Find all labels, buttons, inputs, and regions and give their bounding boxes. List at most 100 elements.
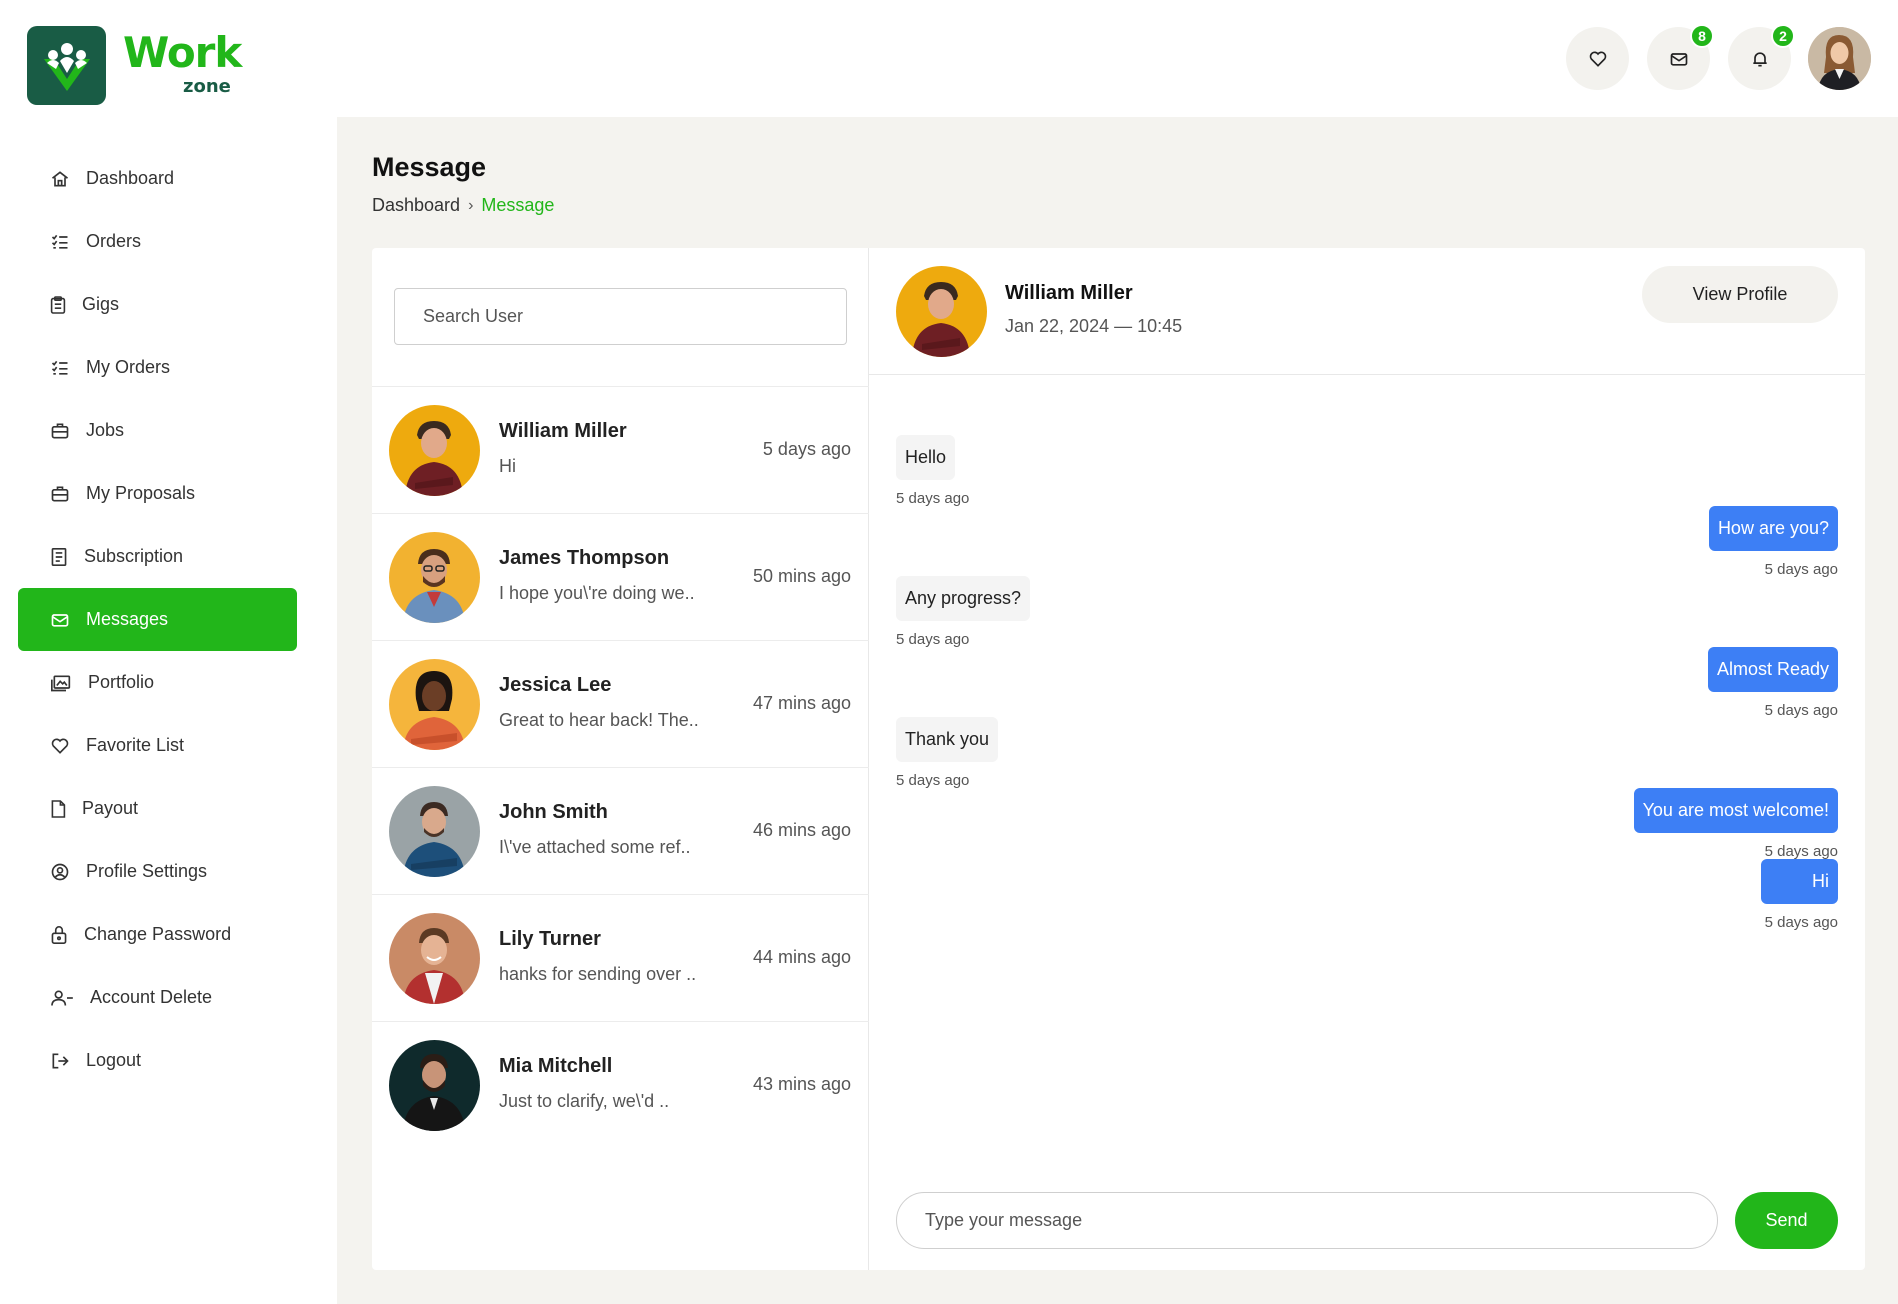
user-circle-icon	[51, 863, 69, 880]
sidebar-item-account-delete[interactable]: Account Delete	[18, 966, 297, 1029]
favorites-button[interactable]	[1566, 27, 1629, 90]
briefcase-icon	[51, 486, 69, 501]
contact-avatar	[389, 786, 480, 877]
home-icon	[51, 170, 69, 186]
sidebar-nav: Dashboard Orders Gigs My Orders Jobs My …	[18, 147, 297, 1092]
mail-icon	[1670, 52, 1687, 66]
sent-message: Hi 5 days ago	[1761, 859, 1838, 931]
message-time: 5 days ago	[1764, 914, 1838, 931]
sidebar-item-label: Orders	[86, 231, 142, 251]
brand-logo[interactable]: Work zone	[27, 26, 242, 105]
sent-message: You are most welcome! 5 days ago	[1633, 788, 1838, 860]
breadcrumb: Dashboard › Message	[372, 195, 554, 216]
conversation-item[interactable]: John Smith I\'ve attached some ref.. 46 …	[372, 767, 869, 894]
message-bubble: Hello	[896, 435, 956, 480]
message-input[interactable]	[896, 1192, 1718, 1249]
sidebar-item-messages[interactable]: Messages	[18, 588, 297, 651]
briefcase-icon	[51, 423, 69, 438]
conversation-item[interactable]: William Miller Hi 5 days ago	[372, 386, 869, 513]
user-avatar[interactable]	[1808, 27, 1871, 90]
sidebar-item-logout[interactable]: Logout	[18, 1029, 297, 1092]
last-message-time: 47 mins ago	[752, 693, 851, 713]
checklist-icon	[51, 360, 68, 375]
message-bubble: You are most welcome!	[1633, 788, 1838, 833]
sidebar-item-label: Account Delete	[90, 987, 213, 1007]
sidebar-item-label: Change Password	[84, 924, 232, 944]
last-message-time: 43 mins ago	[752, 1074, 851, 1094]
sidebar-item-profile-settings[interactable]: Profile Settings	[18, 840, 297, 903]
contact-avatar	[389, 532, 480, 623]
receipt-icon	[51, 547, 67, 566]
chat-header: William Miller Jan 22, 2024 — 10:45 View…	[869, 248, 1865, 375]
page-title: Message	[372, 152, 487, 182]
message-bubble: Any progress?	[896, 576, 1031, 621]
sidebar-item-change-password[interactable]: Change Password	[18, 903, 297, 966]
contact-name: Jessica Lee	[499, 674, 612, 696]
sidebar-item-subscription[interactable]: Subscription	[18, 525, 297, 588]
user-minus-icon	[51, 990, 73, 1006]
contact-avatar	[389, 913, 480, 1004]
lock-icon	[51, 925, 67, 944]
message-bubble: Thank you	[896, 717, 999, 762]
last-message-time: 44 mins ago	[752, 947, 851, 967]
heart-icon	[51, 738, 69, 754]
conversation-item[interactable]: Mia Mitchell Just to clarify, we\'d .. 4…	[372, 1021, 869, 1148]
sidebar-item-label: Favorite List	[86, 735, 185, 755]
chat-pane: William Miller Jan 22, 2024 — 10:45 View…	[869, 248, 1865, 1270]
sidebar-item-my-proposals[interactable]: My Proposals	[18, 462, 297, 525]
message-time: 5 days ago	[896, 490, 970, 507]
chat-contact-name: William Miller	[1005, 282, 1133, 304]
top-header: Work zone 8 2	[0, 0, 1898, 117]
messages-button[interactable]: 8	[1647, 24, 1714, 90]
sidebar-item-label: Jobs	[86, 420, 125, 440]
sidebar-item-label: Profile Settings	[86, 861, 208, 881]
breadcrumb-current: Message	[481, 195, 555, 215]
sidebar-item-favorite-list[interactable]: Favorite List	[18, 714, 297, 777]
sidebar-item-label: My Proposals	[86, 483, 196, 503]
conversation-item[interactable]: James Thompson I hope you\'re doing we..…	[372, 513, 869, 640]
checklist-icon	[51, 234, 68, 249]
sidebar-item-jobs[interactable]: Jobs	[18, 399, 297, 462]
message-bubble: How are you?	[1708, 506, 1838, 551]
message-bubble: Almost Ready	[1707, 647, 1838, 692]
sidebar-item-payout[interactable]: Payout	[18, 777, 297, 840]
send-button[interactable]: Send	[1735, 1192, 1838, 1249]
sent-message: Almost Ready 5 days ago	[1707, 647, 1838, 719]
message-time: 5 days ago	[1764, 702, 1838, 719]
last-message-preview: Just to clarify, we\'d ..	[499, 1091, 670, 1111]
brand-subname: zone	[183, 76, 231, 97]
received-message: Any progress? 5 days ago	[896, 576, 1031, 648]
notifications-button[interactable]: 2	[1728, 24, 1795, 90]
sidebar-item-gigs[interactable]: Gigs	[18, 273, 297, 336]
contact-avatar	[389, 659, 480, 750]
view-profile-button[interactable]: View Profile	[1642, 266, 1838, 323]
sidebar-item-label: Payout	[82, 798, 139, 818]
sidebar-item-orders[interactable]: Orders	[18, 210, 297, 273]
conversation-list-pane: William Miller Hi 5 days ago James Thomp…	[372, 248, 869, 1270]
message-time: 5 days ago	[1764, 843, 1838, 860]
last-message-preview: I hope you\'re doing we..	[499, 583, 695, 603]
breadcrumb-dashboard-link[interactable]: Dashboard	[372, 195, 460, 216]
sidebar-item-dashboard[interactable]: Dashboard	[18, 147, 297, 210]
heart-icon	[1589, 51, 1606, 67]
brand-wordmark: Work zone	[123, 26, 242, 105]
chat-contact-avatar[interactable]	[896, 266, 987, 357]
file-icon	[51, 799, 66, 818]
conversation-item[interactable]: Lily Turner hanks for sending over .. 44…	[372, 894, 869, 1021]
conversation-item[interactable]: Jessica Lee Great to hear back! The.. 47…	[372, 640, 869, 767]
contact-avatar	[389, 405, 480, 496]
breadcrumb-separator: ›	[468, 196, 474, 214]
sidebar-item-my-orders[interactable]: My Orders	[18, 336, 297, 399]
search-user-input[interactable]	[394, 288, 847, 345]
bell-icon	[1752, 51, 1767, 66]
contact-name: John Smith	[499, 801, 608, 823]
chat-datetime: Jan 22, 2024 — 10:45	[1005, 316, 1183, 336]
main-content: Message Dashboard › Message William Mill…	[337, 117, 1898, 1304]
workzone-logo-icon	[27, 26, 106, 105]
last-message-time: 46 mins ago	[752, 820, 851, 840]
sidebar-item-label: Subscription	[84, 546, 184, 566]
last-message-time: 50 mins ago	[752, 566, 851, 586]
sidebar-item-label: My Orders	[86, 357, 171, 377]
message-time: 5 days ago	[896, 631, 970, 648]
sidebar-item-portfolio[interactable]: Portfolio	[18, 651, 297, 714]
